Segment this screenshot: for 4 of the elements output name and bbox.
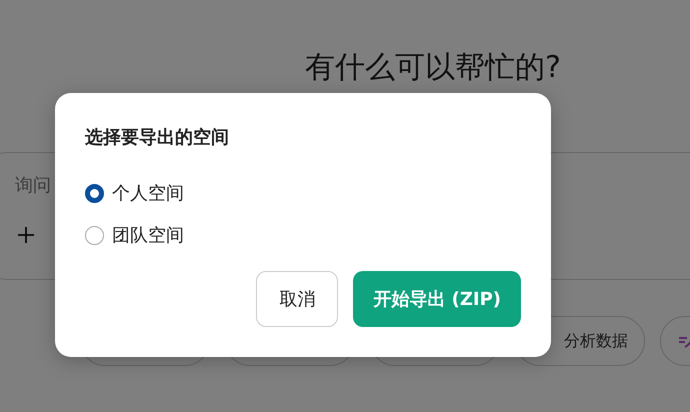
option-label: 团队空间	[112, 224, 184, 247]
page-heading: 有什么可以帮忙的?	[305, 49, 561, 87]
dialog-title: 选择要导出的空间	[85, 126, 230, 149]
option-label: 个人空间	[112, 182, 184, 205]
